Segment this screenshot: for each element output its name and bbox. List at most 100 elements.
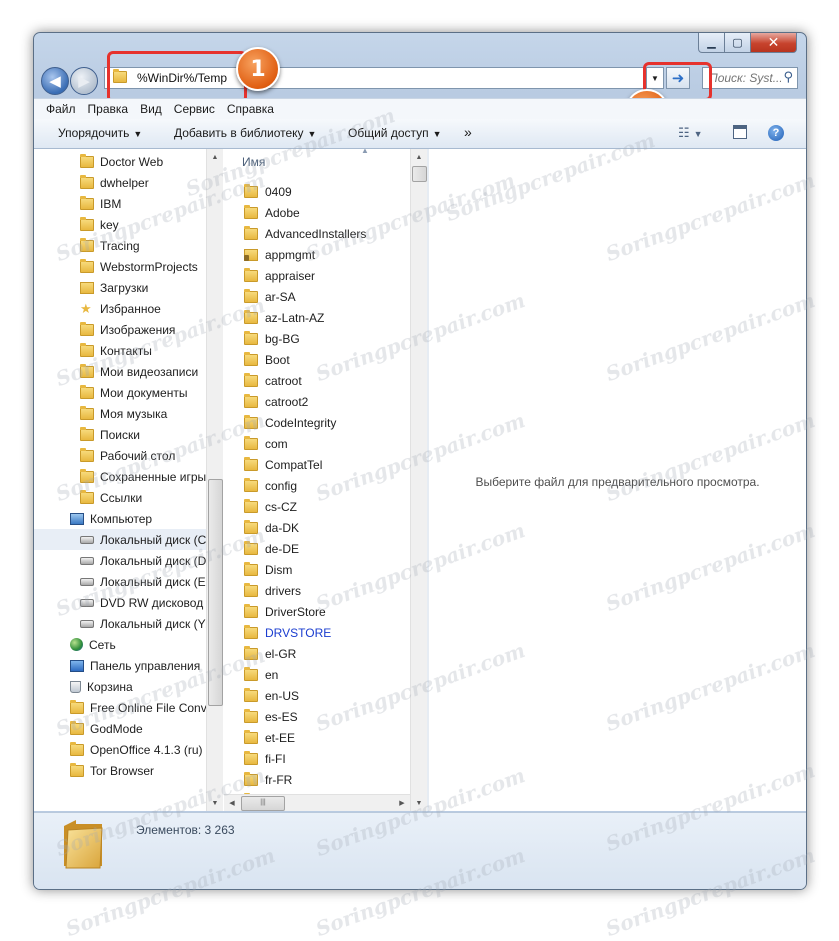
- horizontal-scrollbar-thumb[interactable]: |||: [241, 796, 285, 811]
- file-list-item[interactable]: fi-FI: [244, 748, 286, 769]
- scroll-up-icon[interactable]: ▲: [207, 149, 223, 165]
- address-bar[interactable]: [104, 67, 662, 89]
- sidebar-item[interactable]: dwhelper: [34, 172, 206, 193]
- menu-view[interactable]: Вид: [134, 102, 168, 116]
- menu-edit[interactable]: Правка: [82, 102, 135, 116]
- navigation-pane[interactable]: Doctor Web dwhelper IBM key Tracing WebstormP…: [34, 149, 206, 811]
- file-list-item[interactable]: appmgmt: [244, 244, 315, 265]
- sidebar-item[interactable]: Локальный диск (C:): [34, 529, 206, 550]
- file-list-item[interactable]: bg-BG: [244, 328, 300, 349]
- file-list-scrollbar[interactable]: ▲ ▼: [410, 149, 427, 811]
- back-button[interactable]: ◀: [41, 67, 69, 95]
- file-list-item[interactable]: drivers: [244, 580, 301, 601]
- sidebar-item[interactable]: Рабочий стол: [34, 445, 206, 466]
- sidebar-item[interactable]: Изображения: [34, 319, 206, 340]
- file-list-item[interactable]: es-ES: [244, 706, 298, 727]
- file-list-item[interactable]: catroot: [244, 370, 302, 391]
- organize-button[interactable]: Упорядочить ▼: [58, 126, 142, 140]
- minimize-button[interactable]: ▁: [698, 33, 725, 53]
- sidebar-item[interactable]: Мои видеозаписи: [34, 361, 206, 382]
- file-list-item[interactable]: Adobe: [244, 202, 300, 223]
- scroll-down-icon[interactable]: ▼: [411, 795, 427, 811]
- file-list-item[interactable]: en-US: [244, 685, 299, 706]
- file-list-item[interactable]: CodeIntegrity: [244, 412, 336, 433]
- sidebar-item[interactable]: Doctor Web: [34, 151, 206, 172]
- sidebar-item[interactable]: GodMode: [34, 718, 206, 739]
- file-list-item[interactable]: config: [244, 475, 297, 496]
- share-button[interactable]: Общий доступ ▼: [348, 126, 442, 140]
- sidebar-item[interactable]: Локальный диск (D:): [34, 550, 206, 571]
- file-list-horizontal-scrollbar[interactable]: ◀ ||| ▶: [224, 794, 410, 811]
- file-list-item[interactable]: Dism: [244, 559, 292, 580]
- scroll-left-icon[interactable]: ◀: [224, 795, 240, 811]
- add-to-library-button[interactable]: Добавить в библиотеку ▼: [174, 126, 316, 140]
- sidebar-item[interactable]: key: [34, 214, 206, 235]
- menu-file[interactable]: Файл: [34, 102, 82, 116]
- file-list-item[interactable]: el-GR: [244, 643, 296, 664]
- file-list-item[interactable]: et-EE: [244, 727, 295, 748]
- sidebar-item[interactable]: Компьютер: [34, 508, 206, 529]
- forward-button[interactable]: ▶: [70, 67, 98, 95]
- sidebar-item[interactable]: DVD RW дисковод (F:): [34, 592, 206, 613]
- menu-tools[interactable]: Сервис: [168, 102, 221, 116]
- sidebar-item-label: Изображения: [100, 322, 176, 337]
- file-list-item[interactable]: catroot2: [244, 391, 308, 412]
- file-list-item[interactable]: az-Latn-AZ: [244, 307, 324, 328]
- sidebar-item[interactable]: Free Online File Converter: [34, 697, 206, 718]
- file-list-item[interactable]: DRVSTORE: [244, 622, 331, 643]
- file-list-item[interactable]: appraiser: [244, 265, 315, 286]
- sidebar-item[interactable]: Мои документы: [34, 382, 206, 403]
- maximize-button[interactable]: ▢: [724, 33, 751, 53]
- sidebar-item[interactable]: Ссылки: [34, 487, 206, 508]
- sidebar-item[interactable]: Загрузки: [34, 277, 206, 298]
- sidebar-item[interactable]: WebstormProjects: [34, 256, 206, 277]
- view-options-button[interactable]: ☷ ▼: [678, 125, 703, 141]
- file-list-item[interactable]: CompatTel: [244, 454, 322, 475]
- scroll-down-icon[interactable]: ▼: [207, 795, 223, 811]
- scroll-right-icon[interactable]: ▶: [394, 795, 410, 811]
- file-list-item[interactable]: 0409: [244, 181, 292, 202]
- file-list-item[interactable]: Boot: [244, 349, 290, 370]
- file-list-item[interactable]: com: [244, 433, 288, 454]
- go-button[interactable]: ➜: [666, 67, 690, 89]
- menu-help[interactable]: Справка: [221, 102, 280, 116]
- column-header-name[interactable]: Имя ▲: [224, 149, 410, 173]
- preview-pane-button[interactable]: [733, 125, 747, 139]
- file-list-item[interactable]: cs-CZ: [244, 496, 297, 517]
- sidebar-item[interactable]: Моя музыка: [34, 403, 206, 424]
- more-commands-button[interactable]: »: [464, 124, 472, 140]
- sidebar-item[interactable]: Корзина: [34, 676, 206, 697]
- search-input[interactable]: [707, 70, 783, 86]
- address-dropdown-button[interactable]: ▼: [646, 67, 664, 89]
- close-button[interactable]: ✕: [750, 33, 797, 53]
- file-list-item[interactable]: da-DK: [244, 517, 299, 538]
- address-input[interactable]: [135, 70, 439, 86]
- navigation-scrollbar[interactable]: ▲ ▼: [206, 149, 223, 811]
- file-list-item[interactable]: DriverStore: [244, 601, 326, 622]
- sidebar-item[interactable]: IBM: [34, 193, 206, 214]
- sidebar-item[interactable]: ★ Избранное: [34, 298, 206, 319]
- sidebar-item[interactable]: Панель управления: [34, 655, 206, 676]
- sidebar-item[interactable]: Tracing: [34, 235, 206, 256]
- file-list-item[interactable]: en: [244, 664, 278, 685]
- search-icon[interactable]: ⚲: [783, 69, 793, 85]
- help-button[interactable]: ?: [768, 125, 784, 141]
- sidebar-item[interactable]: Контакты: [34, 340, 206, 361]
- scroll-up-icon[interactable]: ▲: [411, 149, 427, 165]
- sidebar-item[interactable]: Сохраненные игры: [34, 466, 206, 487]
- sidebar-item[interactable]: Локальный диск (E:): [34, 571, 206, 592]
- file-list-item[interactable]: de-DE: [244, 538, 299, 559]
- sidebar-item[interactable]: Tor Browser: [34, 760, 206, 781]
- sidebar-item[interactable]: Сеть: [34, 634, 206, 655]
- file-list-item[interactable]: fr-FR: [244, 769, 292, 790]
- file-list-item[interactable]: ar-SA: [244, 286, 296, 307]
- sidebar-item[interactable]: Поиски: [34, 424, 206, 445]
- sidebar-item[interactable]: OpenOffice 4.1.3 (ru): [34, 739, 206, 760]
- navigation-scrollbar-thumb[interactable]: [208, 479, 223, 706]
- sidebar-item-label: Doctor Web: [100, 154, 164, 169]
- search-box[interactable]: ⚲: [702, 67, 798, 89]
- sidebar-item[interactable]: Локальный диск (Y:): [34, 613, 206, 634]
- file-list-item[interactable]: AdvancedInstallers: [244, 223, 366, 244]
- file-list[interactable]: Имя ▲ 0409 Adobe AdvancedInstallers appmgmt…: [224, 149, 410, 811]
- file-list-scrollbar-thumb[interactable]: [412, 166, 427, 182]
